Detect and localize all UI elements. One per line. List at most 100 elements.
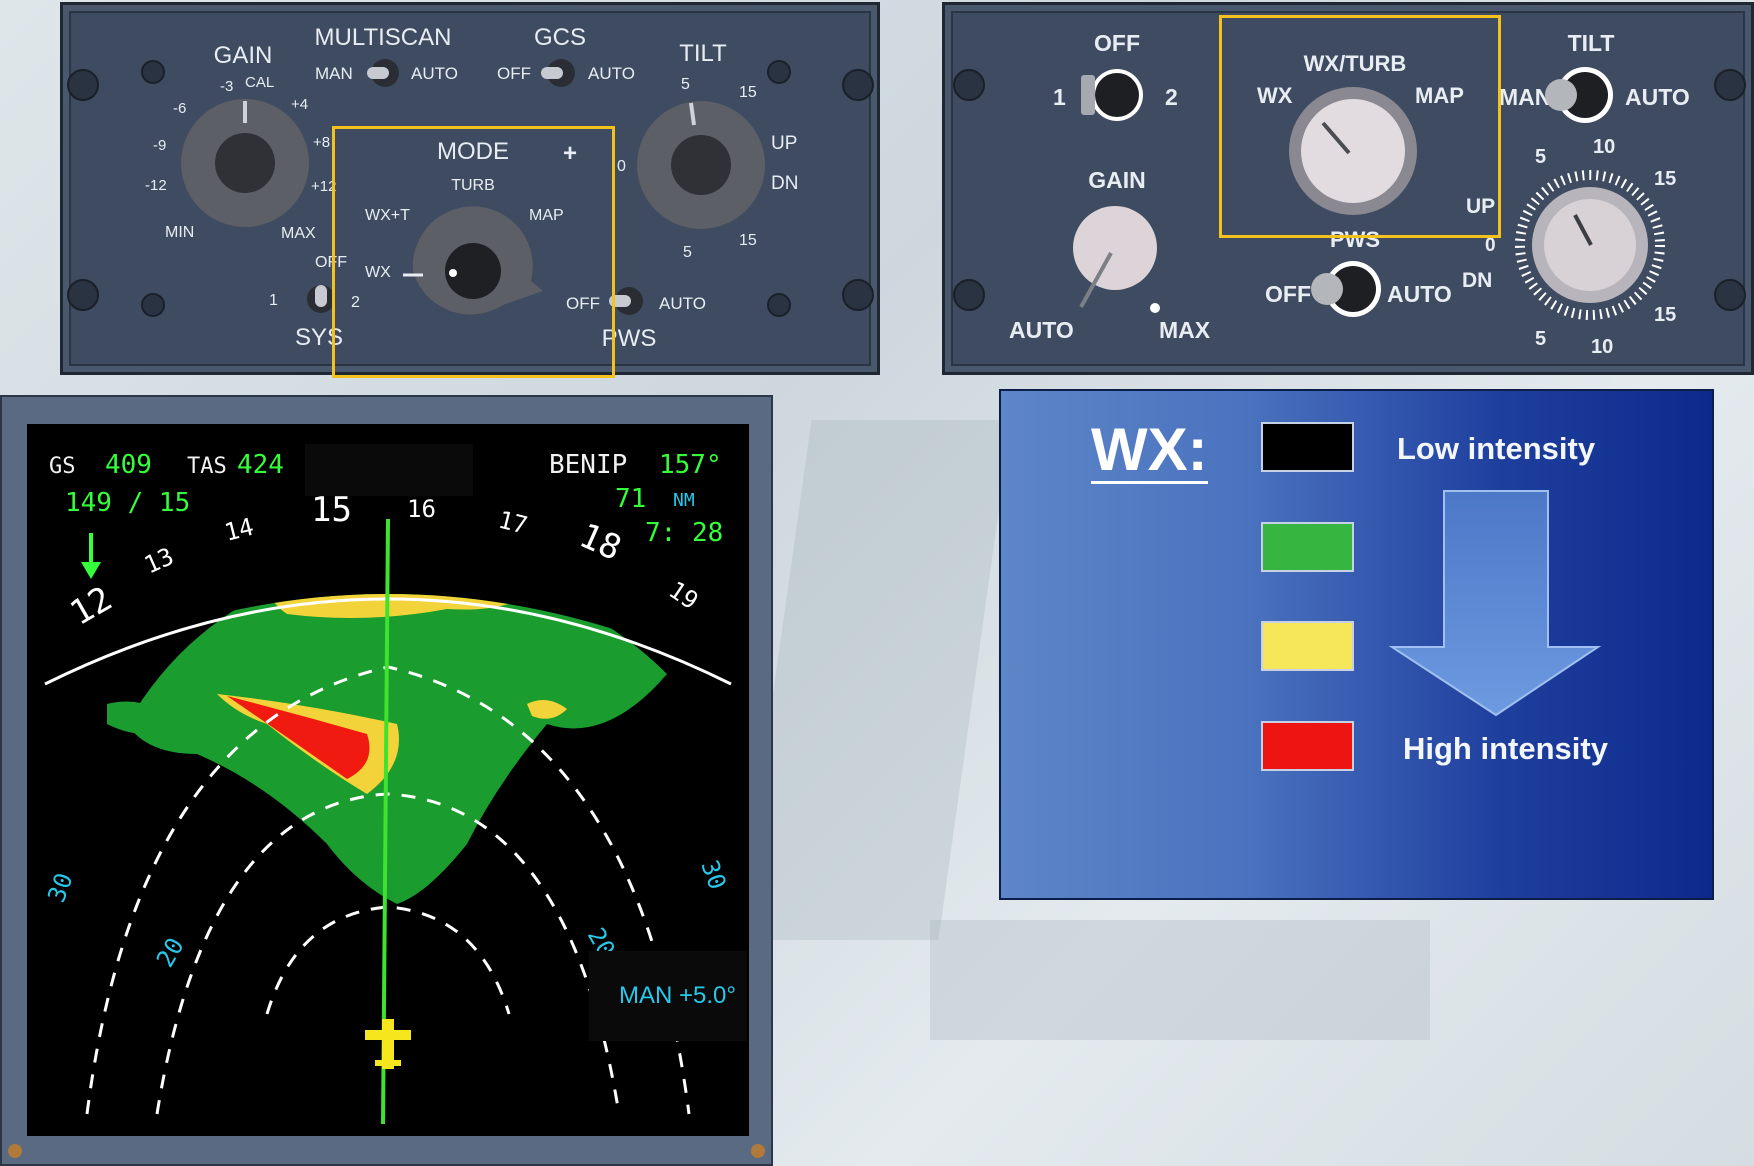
tilt-auto-label: AUTO <box>1625 84 1690 110</box>
tilt-dn-label: DN <box>771 173 798 194</box>
gcs-title: GCS <box>534 24 586 51</box>
wx-color-legend: WX: Low intensity High intensity <box>999 389 1714 900</box>
tilt-tick: 5 <box>681 76 690 93</box>
screw-icon <box>842 279 874 311</box>
sys-1-label: 1 <box>269 292 278 309</box>
heading-label: 18 <box>573 516 627 569</box>
gain-max-label: MAX <box>1159 317 1211 343</box>
screw-icon <box>767 60 791 84</box>
tilt-tick: 15 <box>739 232 757 249</box>
gcs-auto-label: AUTO <box>588 64 635 83</box>
gcs-toggle[interactable] <box>541 59 575 87</box>
tilt-tick: 5 <box>683 244 692 261</box>
pws-off-label: OFF <box>1265 281 1311 307</box>
waypoint-name: BENIP <box>549 450 628 480</box>
heading-label: 14 <box>222 513 257 547</box>
tas-label: TAS <box>187 454 227 479</box>
tilt-title: TILT <box>679 40 727 67</box>
screw-icon <box>1714 279 1746 311</box>
gain-tick: CAL <box>245 74 274 91</box>
sys-2-label: 2 <box>1165 84 1178 110</box>
tilt-mode-toggle[interactable] <box>1545 67 1613 123</box>
waypoint-bearing: 157° <box>659 450 722 480</box>
pws-auto-label: AUTO <box>659 294 706 313</box>
range-label: 30 <box>42 869 78 906</box>
sys-toggle[interactable] <box>307 285 335 313</box>
gain-tick: MIN <box>165 224 194 241</box>
background-shape <box>930 920 1430 1040</box>
screw-icon <box>842 69 874 101</box>
tilt-knob[interactable] <box>1515 170 1665 320</box>
gain-tick: -3 <box>220 78 233 95</box>
tilt-tick: 5 <box>1535 146 1546 168</box>
heading-label: 16 <box>407 495 436 523</box>
gain-knob[interactable] <box>1073 206 1157 308</box>
waypoint-eta: 7: 28 <box>645 518 724 548</box>
true-airspeed-value: 424 <box>237 450 284 480</box>
multiscan-auto-label: AUTO <box>411 64 458 83</box>
sys-toggle[interactable] <box>1081 69 1143 121</box>
ground-speed-value: 409 <box>105 450 152 480</box>
gain-tick: -12 <box>145 177 167 194</box>
tilt-dn-label: DN <box>1462 269 1492 292</box>
gain-tick: -6 <box>173 100 186 117</box>
heading-label: 17 <box>496 506 531 540</box>
screw-icon <box>67 279 99 311</box>
screw-icon <box>953 69 985 101</box>
tilt-tick: 5 <box>1535 328 1546 350</box>
distance-unit: NM <box>673 490 695 511</box>
tilt-tick: 15 <box>1654 168 1676 190</box>
intensity-arrow-icon <box>1388 490 1602 717</box>
tilt-tick: 15 <box>1654 304 1676 326</box>
waypoint-distance: 71 <box>615 484 647 514</box>
multiscan-man-label: MAN <box>315 64 353 83</box>
tilt-zero-label: 0 <box>1485 235 1496 256</box>
gs-label: GS <box>49 454 76 479</box>
legend-swatch-yellow <box>1261 621 1354 671</box>
sys-1-label: 1 <box>1053 84 1066 110</box>
mode-highlight-frame <box>1219 15 1501 238</box>
gain-knob[interactable] <box>181 99 309 227</box>
sys-off-label: OFF <box>1094 30 1140 56</box>
screw-icon <box>141 293 165 317</box>
screw-icon <box>8 1144 22 1158</box>
gain-tick: -9 <box>153 137 166 154</box>
wind-arrow-icon <box>81 533 101 579</box>
mode-highlight-frame <box>332 126 615 378</box>
tilt-man-label: MAN <box>1499 84 1551 110</box>
gcs-off-label: OFF <box>497 64 531 83</box>
legend-swatch-black <box>1261 422 1354 472</box>
tilt-tick: 15 <box>739 84 757 101</box>
multiscan-title: MULTISCAN <box>315 24 452 51</box>
tilt-title: TILT <box>1568 30 1615 56</box>
aircraft-symbol <box>365 1019 411 1069</box>
heading-label: 19 <box>664 576 704 615</box>
range-label: 20 <box>151 933 190 972</box>
screw-icon <box>751 1144 765 1158</box>
legend-title: WX: <box>1091 416 1208 484</box>
heading-label: 12 <box>64 579 119 634</box>
tilt-tick: 10 <box>1591 336 1613 358</box>
legend-swatch-green <box>1261 522 1354 572</box>
screw-icon <box>767 293 791 317</box>
range-label: 30 <box>695 856 731 893</box>
heading-window <box>305 444 473 496</box>
gain-max-dot <box>1150 303 1160 313</box>
gain-title: GAIN <box>214 42 273 69</box>
multiscan-toggle[interactable] <box>367 59 399 87</box>
tilt-readout: MAN +5.0° <box>619 982 736 1009</box>
legend-low-label: Low intensity <box>1397 431 1596 466</box>
screw-icon <box>1714 69 1746 101</box>
navigation-display-bezel: 12 13 14 15 16 17 18 19 30 20 20 30 GS 4… <box>0 395 773 1166</box>
screw-icon <box>953 279 985 311</box>
pws-auto-label: AUTO <box>1387 281 1452 307</box>
tilt-tick: 10 <box>1593 136 1615 158</box>
legend-swatch-red <box>1261 721 1354 771</box>
tilt-knob[interactable] <box>637 101 765 229</box>
tilt-up-label: UP <box>771 133 797 154</box>
gain-title: GAIN <box>1088 167 1146 193</box>
wind-readout: 149 / 15 <box>65 488 191 518</box>
pws-toggle[interactable] <box>1311 261 1381 317</box>
background-shape <box>738 420 1012 940</box>
legend-high-label: High intensity <box>1403 731 1608 766</box>
